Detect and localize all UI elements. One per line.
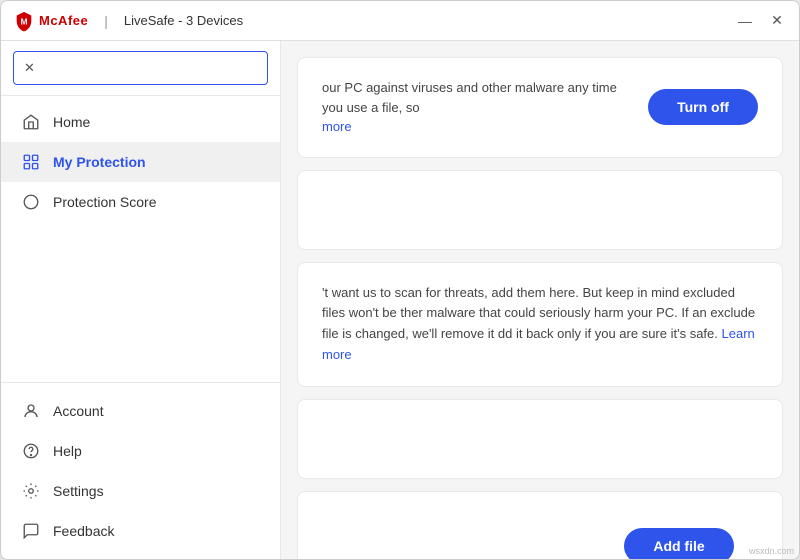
- sidebar-item-feedback-label: Feedback: [53, 523, 114, 539]
- settings-icon: [21, 481, 41, 501]
- mcafee-shield-icon: M: [13, 10, 35, 32]
- mcafee-brand-text: McAfee: [39, 13, 88, 28]
- grid-icon: [21, 152, 41, 172]
- empty-card: [297, 399, 783, 479]
- sidebar-item-protection-score-label: Protection Score: [53, 194, 157, 210]
- home-icon: [21, 112, 41, 132]
- sidebar-search-area: ✕: [1, 41, 280, 96]
- sidebar-item-account[interactable]: Account: [1, 391, 280, 431]
- search-box[interactable]: ✕: [13, 51, 268, 85]
- sidebar-item-help[interactable]: Help: [1, 431, 280, 471]
- logo-area: M McAfee | LiveSafe - 3 Devices: [13, 10, 243, 32]
- sidebar-nav: Home My Protection: [1, 96, 280, 382]
- mcafee-logo: M McAfee: [13, 10, 88, 32]
- sidebar-item-settings-label: Settings: [53, 483, 104, 499]
- minimize-button[interactable]: —: [735, 11, 755, 31]
- sidebar-item-help-label: Help: [53, 443, 82, 459]
- card-with-button-layout: our PC against viruses and other malware…: [322, 78, 758, 137]
- sidebar-item-my-protection[interactable]: My Protection: [1, 142, 280, 182]
- add-file-card: Add file: [297, 491, 783, 559]
- card1-description: our PC against viruses and other malware…: [322, 80, 617, 115]
- sidebar-item-home[interactable]: Home: [1, 102, 280, 142]
- svg-text:M: M: [21, 17, 28, 26]
- card1-learn-more[interactable]: more: [322, 119, 352, 134]
- title-bar: M McAfee | LiveSafe - 3 Devices — ✕: [1, 1, 799, 41]
- window-controls: — ✕: [735, 11, 787, 31]
- sidebar-item-home-label: Home: [53, 114, 90, 130]
- sidebar-item-account-label: Account: [53, 403, 104, 419]
- account-icon: [21, 401, 41, 421]
- feedback-icon: [21, 521, 41, 541]
- middle-card: [297, 170, 783, 250]
- add-file-layout: Add file: [322, 512, 758, 559]
- excluded-files-description: 't want us to scan for threats, add them…: [322, 285, 755, 342]
- search-close-icon[interactable]: ✕: [24, 60, 35, 76]
- card1-text: our PC against viruses and other malware…: [322, 78, 632, 137]
- app-title: LiveSafe - 3 Devices: [124, 13, 243, 28]
- protection-card: our PC against viruses and other malware…: [297, 57, 783, 158]
- title-divider: |: [104, 13, 108, 29]
- turn-off-button[interactable]: Turn off: [648, 89, 758, 125]
- content-area: our PC against viruses and other malware…: [281, 41, 799, 559]
- app-window: M McAfee | LiveSafe - 3 Devices — ✕ ✕: [0, 0, 800, 560]
- sidebar: ✕ Home: [1, 41, 281, 559]
- sidebar-item-protection-score[interactable]: Protection Score: [1, 182, 280, 222]
- circle-icon: [21, 192, 41, 212]
- search-input[interactable]: [41, 61, 257, 76]
- excluded-files-text: 't want us to scan for threats, add them…: [322, 283, 758, 366]
- close-button[interactable]: ✕: [767, 11, 787, 31]
- sidebar-item-feedback[interactable]: Feedback: [1, 511, 280, 551]
- main-layout: ✕ Home: [1, 41, 799, 559]
- sidebar-item-my-protection-label: My Protection: [53, 154, 146, 170]
- add-file-button[interactable]: Add file: [624, 528, 734, 559]
- help-icon: [21, 441, 41, 461]
- sidebar-item-settings[interactable]: Settings: [1, 471, 280, 511]
- excluded-files-card: 't want us to scan for threats, add them…: [297, 262, 783, 387]
- sidebar-bottom-nav: Account Help: [1, 382, 280, 559]
